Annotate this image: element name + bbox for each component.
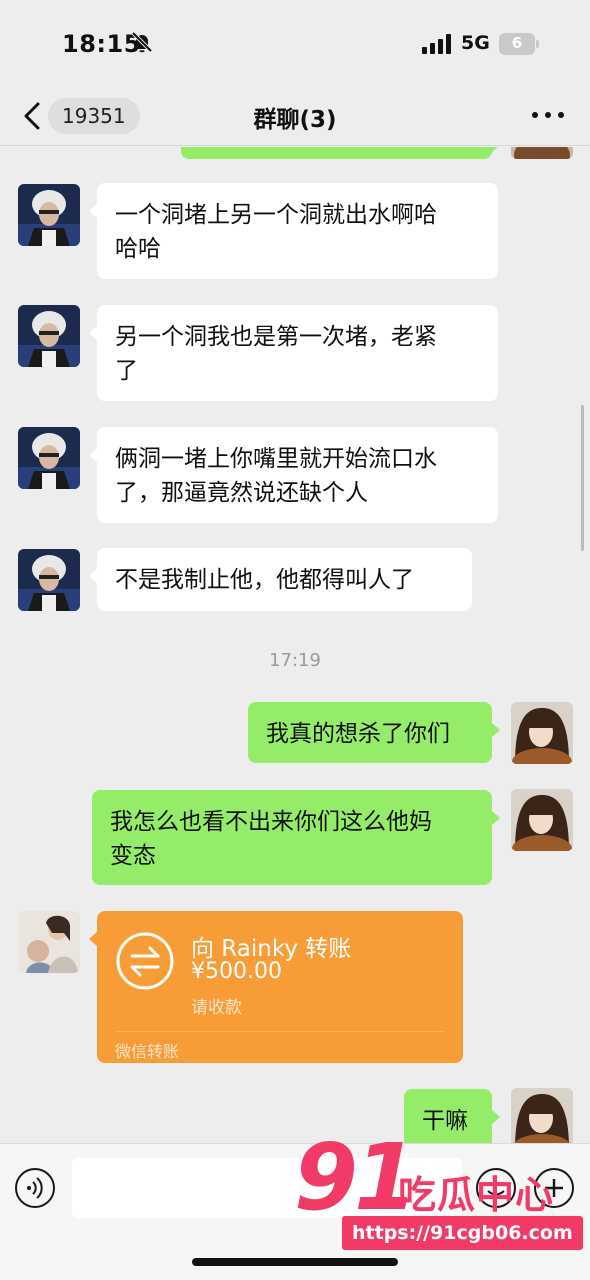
message-bubble[interactable]: 俩洞一堵上你嘴里就开始流口水 了，那逼竟然说还缺个人 [89, 427, 498, 523]
unread-count-badge: 19351 [48, 98, 140, 134]
message-bubble[interactable]: 干嘛 [404, 1089, 500, 1143]
message-bubble[interactable]: 不是我制止他，他都得叫人了 [89, 548, 472, 611]
transfer-arrows-icon [116, 932, 174, 990]
watermark-url: https://91cgb06.com [342, 1216, 583, 1250]
voice-button[interactable] [15, 1168, 55, 1208]
avatar-member[interactable] [18, 427, 80, 489]
ellipsis-icon [532, 112, 538, 118]
status-bar: 18:15 5G 6 [0, 0, 590, 86]
voice-icon [27, 1177, 43, 1199]
message-bubble[interactable]: 我真的想杀了你们 [248, 702, 500, 763]
message-bubble[interactable]: 我怎么也看不出来你们这么他妈 变态 [92, 790, 500, 885]
message-bubble[interactable]: 另一个洞我也是第一次堵，老紧 了 [89, 305, 498, 401]
chat-header: 19351 群聊(3) [0, 86, 590, 146]
transfer-amount: ¥500.00 [191, 959, 282, 984]
avatar-self[interactable] [511, 702, 573, 764]
avatar-self[interactable] [511, 147, 573, 159]
avatar-member[interactable] [18, 184, 80, 246]
battery-icon: 6 [499, 33, 539, 55]
message-bubble-partial[interactable] [181, 147, 500, 159]
watermark-number: 91 [294, 1124, 418, 1231]
watermark-text: 吃瓜中心 [398, 1173, 555, 1217]
transfer-title: 向 Rainky 转账 [191, 936, 352, 962]
avatar-member[interactable] [18, 549, 80, 611]
transfer-card[interactable]: 向 Rainky 转账 ¥500.00 请收款 微信转账 [89, 911, 463, 1063]
chevron-left-icon [24, 102, 40, 130]
message-bubble[interactable]: 一个洞堵上另一个洞就出水啊哈 哈哈 [89, 183, 498, 279]
divider [115, 1031, 445, 1032]
chat-area[interactable]: 一个洞堵上另一个洞就出水啊哈 哈哈 另一个洞我也是第一次堵，老紧 了 俩洞一堵上… [0, 147, 590, 1143]
network-type: 5G [461, 32, 490, 54]
signal-bars-icon [422, 34, 451, 54]
time-divider: 17:19 [269, 650, 321, 671]
transfer-footer: 微信转账 [115, 1042, 180, 1061]
more-button[interactable] [528, 100, 568, 130]
battery-level: 6 [511, 34, 523, 52]
transfer-note: 请收款 [191, 998, 242, 1018]
bell-slash-icon [131, 31, 153, 53]
avatar-self[interactable] [511, 789, 573, 851]
scrollbar[interactable] [581, 405, 584, 551]
avatar-member[interactable] [18, 305, 80, 367]
back-button[interactable]: 19351 [18, 96, 140, 136]
avatar-member-2[interactable] [18, 911, 80, 973]
avatar-self[interactable] [511, 1088, 573, 1143]
home-indicator[interactable] [192, 1258, 398, 1266]
watermark-logo: 91 吃瓜中心 https://91cgb06.com [290, 1124, 590, 1258]
